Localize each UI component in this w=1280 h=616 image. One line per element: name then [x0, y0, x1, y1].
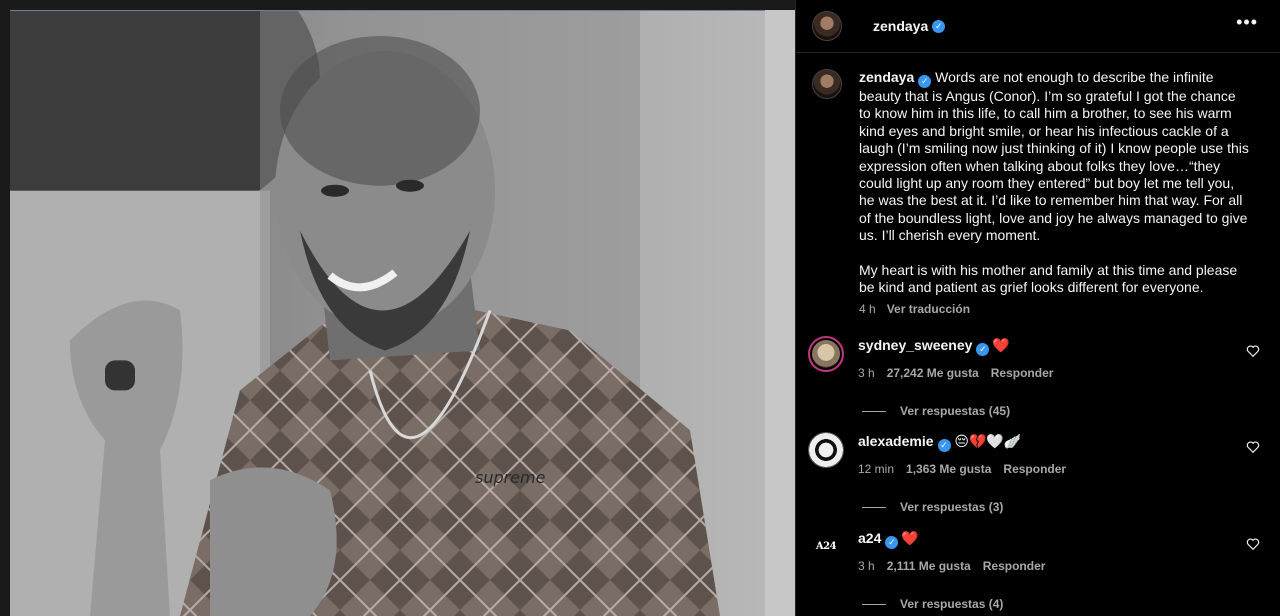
- reply-button[interactable]: Responder: [1003, 460, 1066, 478]
- comment: A24 a24 ✓ ❤️ 3 h 2,111 Me gusta Responder …: [808, 529, 1268, 611]
- comment-text: 😔💔🤍🪽: [954, 433, 1022, 449]
- comment-likes[interactable]: 27,242 Me gusta: [887, 364, 979, 382]
- shirt-logo: supreme: [475, 468, 546, 487]
- caption-text: Words are not enough to describe the inf…: [859, 69, 1249, 244]
- caption-time: 4 h: [859, 302, 876, 317]
- more-options-icon[interactable]: •••: [1236, 13, 1258, 31]
- replies-line: [862, 603, 886, 605]
- comment-text: ❤️: [992, 337, 1010, 353]
- post-photo-image: supreme: [10, 11, 765, 616]
- post-header: zendaya ✓ •••: [796, 0, 1280, 53]
- comment-time: 3 h: [858, 366, 875, 380]
- translate-link[interactable]: Ver traducción: [887, 302, 970, 316]
- photo-edge: [765, 10, 795, 616]
- verified-badge-icon: ✓: [885, 536, 899, 549]
- post-caption: zendaya ✓ Words are not enough to describ…: [796, 53, 1280, 316]
- view-replies-label: Ver respuestas (4): [900, 597, 1004, 611]
- comment-time: 3 h: [858, 559, 875, 573]
- view-replies-button[interactable]: Ver respuestas (3): [862, 500, 1268, 514]
- commenter-avatar[interactable]: A24: [808, 529, 844, 565]
- verified-badge-icon: ✓: [976, 343, 990, 356]
- verified-badge-icon: ✓: [918, 75, 932, 88]
- replies-line: [862, 506, 886, 508]
- post-photo[interactable]: supreme: [10, 10, 765, 616]
- view-replies-button[interactable]: Ver respuestas (45): [862, 404, 1268, 418]
- comment: alexademie ✓ 😔💔🤍🪽 12 min 1,363 Me gusta R…: [808, 432, 1268, 514]
- post-panel: zendaya ✓ ••• zendaya ✓ Words are not eno…: [795, 0, 1280, 616]
- like-heart-icon[interactable]: [1246, 344, 1260, 358]
- caption-meta: 4 h Ver traducción: [859, 302, 1264, 316]
- caption-text-2: My heart is with his mother and family a…: [859, 261, 1238, 296]
- commenter-username[interactable]: a24: [858, 530, 881, 546]
- reply-button[interactable]: Responder: [983, 557, 1046, 575]
- view-replies-button[interactable]: Ver respuestas (4): [862, 597, 1268, 611]
- verified-badge-icon: ✓: [932, 19, 946, 33]
- author-username[interactable]: zendaya: [873, 18, 928, 34]
- reply-button[interactable]: Responder: [991, 364, 1054, 382]
- commenter-username[interactable]: alexademie: [858, 433, 934, 449]
- like-heart-icon[interactable]: [1246, 537, 1260, 551]
- commenter-username[interactable]: sydney_sweeney: [858, 337, 972, 353]
- comment-likes[interactable]: 2,111 Me gusta: [887, 557, 971, 575]
- view-replies-label: Ver respuestas (45): [900, 404, 1011, 418]
- caption-username[interactable]: zendaya: [859, 69, 914, 85]
- like-heart-icon[interactable]: [1246, 440, 1260, 454]
- comment-text: ❤️: [901, 530, 919, 546]
- caption-author-avatar[interactable]: [812, 69, 842, 99]
- comment-time: 12 min: [858, 462, 895, 476]
- comment-likes[interactable]: 1,363 Me gusta: [906, 460, 991, 478]
- replies-line: [862, 410, 886, 412]
- commenter-avatar[interactable]: [808, 432, 844, 468]
- view-replies-label: Ver respuestas (3): [900, 500, 1004, 514]
- verified-badge-icon: ✓: [937, 439, 951, 452]
- comment: sydney_sweeney ✓ ❤️ 3 h 27,242 Me gusta Re…: [808, 336, 1268, 418]
- commenter-avatar[interactable]: [808, 336, 844, 372]
- author-avatar[interactable]: [812, 11, 842, 41]
